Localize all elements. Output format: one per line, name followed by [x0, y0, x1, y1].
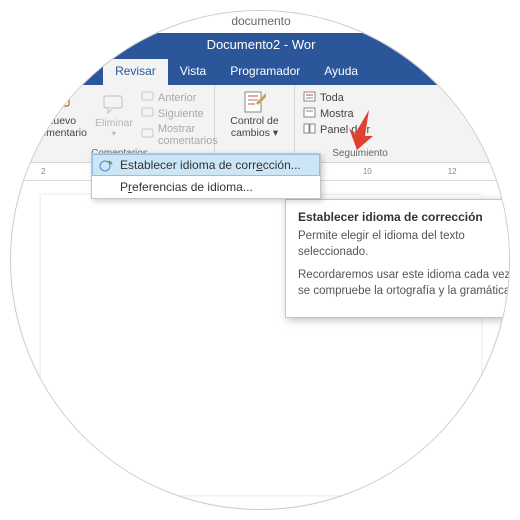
- all-markup-button[interactable]: Toda: [303, 90, 419, 106]
- process-titlebar: documento: [10, 11, 510, 33]
- comment-x-icon: [102, 92, 126, 116]
- tab-view[interactable]: Vista: [168, 59, 218, 85]
- menu-set-proofing-language[interactable]: Establecer idioma de corrección...: [92, 154, 320, 176]
- annotation-arrow-icon: [343, 106, 379, 152]
- track-l2: cambios ▾: [231, 128, 278, 140]
- tab-review[interactable]: Revisar: [103, 59, 168, 85]
- tooltip-p2: Recordaremos usar este idioma cada vez q…: [298, 268, 510, 299]
- proofing-language-icon: [99, 159, 113, 173]
- delete-label: Eliminar: [95, 118, 133, 130]
- new-comment-l1: Nuevo: [46, 116, 76, 128]
- ribbon: dioma ▾ + Nuevo comentario: [10, 85, 510, 163]
- next-comment-button: Siguiente: [141, 106, 218, 122]
- language-dropdown: Establecer idioma de corrección... Prefe…: [91, 153, 321, 199]
- menu-language-preferences[interactable]: Preferencias de idioma...: [92, 176, 320, 198]
- tab-help[interactable]: Ayuda: [312, 59, 370, 85]
- tab-correspondence[interactable]: espondencia: [11, 59, 103, 85]
- comment-plus-icon: +: [49, 90, 73, 114]
- previous-comment-button: Anterior: [141, 90, 218, 106]
- tooltip: Establecer idioma de corrección Permite …: [285, 199, 510, 318]
- ribbon-tabs: espondencia Revisar Vista Programador Ay…: [10, 59, 510, 85]
- track-changes-icon: [242, 90, 266, 114]
- tab-developer[interactable]: Programador: [218, 59, 312, 85]
- tooltip-p1: Permite elegir el idioma del texto selec…: [298, 229, 510, 260]
- markup-all-icon: [303, 91, 317, 105]
- new-comment-button[interactable]: + Nuevo comentario: [31, 88, 91, 148]
- pane-icon: [303, 123, 317, 137]
- markup-show-icon: [303, 107, 317, 121]
- show-comments-button: Mostrar comentarios: [141, 122, 218, 148]
- comment-prev-icon: [141, 91, 155, 105]
- new-comment-l2: comentario: [35, 128, 87, 140]
- track-changes-button[interactable]: Control de cambios ▾: [226, 88, 282, 141]
- svg-text:+: +: [65, 91, 71, 103]
- window-title: Documento2 - Wor: [10, 33, 510, 59]
- tooltip-title: Establecer idioma de corrección: [298, 210, 510, 224]
- comment-show-icon: [141, 128, 155, 142]
- comment-next-icon: [141, 107, 155, 121]
- delete-comment-button: Eliminar ▾: [91, 88, 137, 148]
